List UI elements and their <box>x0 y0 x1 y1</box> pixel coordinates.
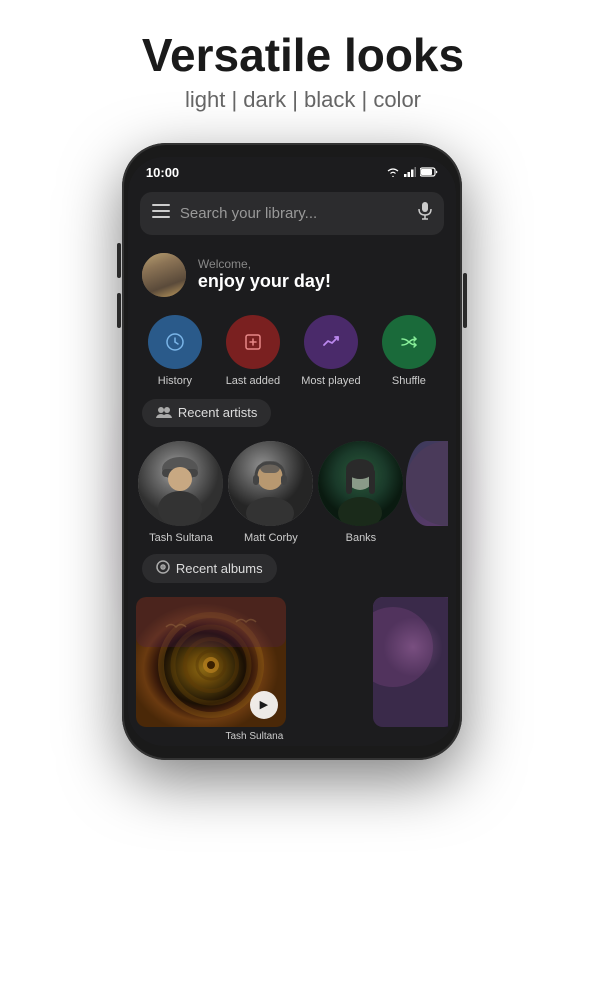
tash-avatar <box>138 441 223 526</box>
artist-partial <box>406 441 448 544</box>
status-time: 10:00 <box>146 165 179 180</box>
wifi-icon <box>386 167 400 177</box>
album-cover-tash: ▶ <box>136 597 286 727</box>
status-bar: 10:00 <box>128 157 456 184</box>
action-shuffle[interactable]: Shuffle <box>374 315 444 387</box>
recent-albums-chip[interactable]: Recent albums <box>142 554 277 583</box>
status-icons <box>386 167 438 177</box>
artists-row: Tash Sultana <box>128 433 456 548</box>
page-container: Versatile looks light | dark | black | c… <box>122 0 484 760</box>
recent-artists-label: Recent artists <box>178 405 257 420</box>
artist-banks[interactable]: Banks <box>316 441 406 544</box>
artist-tash-sultana[interactable]: Tash Sultana <box>136 441 226 544</box>
partial-album-cover <box>373 597 448 727</box>
lastadded-icon-circle <box>226 315 280 369</box>
albums-chip-icon <box>156 560 170 577</box>
welcome-section: Welcome, enjoy your day! <box>128 243 456 305</box>
banks-avatar <box>318 441 403 526</box>
albums-row: ▶ Tash Sultana <box>128 589 456 746</box>
page-header: Versatile looks light | dark | black | c… <box>122 0 484 133</box>
artist-matt-corby[interactable]: Matt Corby <box>226 441 316 544</box>
phone-wrapper: 10:00 <box>122 143 462 760</box>
action-last-added[interactable]: Last added <box>218 315 288 387</box>
page-subtitle: light | dark | black | color <box>142 87 464 113</box>
hamburger-icon[interactable] <box>152 204 170 223</box>
lastadded-label: Last added <box>226 375 280 387</box>
phone-frame: 10:00 <box>122 143 462 760</box>
history-label: History <box>158 375 192 387</box>
banks-name: Banks <box>346 532 377 544</box>
welcome-text: Welcome, enjoy your day! <box>198 257 331 292</box>
mic-icon[interactable] <box>418 202 432 225</box>
quick-actions: History Last added <box>128 305 456 393</box>
recent-albums-label: Recent albums <box>176 561 263 576</box>
page-title: Versatile looks <box>142 30 464 81</box>
phone-screen: 10:00 <box>128 157 456 746</box>
search-bar[interactable]: Search your library... <box>140 192 444 235</box>
mostplayed-label: Most played <box>301 375 360 387</box>
welcome-message: enjoy your day! <box>198 271 331 291</box>
signal-icon <box>404 167 416 177</box>
shuffle-icon-circle <box>382 315 436 369</box>
shuffle-label: Shuffle <box>392 375 426 387</box>
matt-name: Matt Corby <box>244 532 298 544</box>
battery-icon <box>420 167 438 177</box>
partial-avatar <box>406 441 448 526</box>
album-tash[interactable]: ▶ Tash Sultana <box>136 597 373 746</box>
play-button-tash[interactable]: ▶ <box>250 691 278 719</box>
album-partial <box>373 597 448 746</box>
welcome-greeting: Welcome, <box>198 257 331 271</box>
tash-name: Tash Sultana <box>149 532 213 544</box>
album-title-tash: Tash Sultana <box>136 731 373 746</box>
artists-chip-icon <box>156 405 172 421</box>
action-history[interactable]: History <box>140 315 210 387</box>
search-placeholder: Search your library... <box>180 205 408 222</box>
mostplayed-icon-circle <box>304 315 358 369</box>
avatar <box>142 253 186 297</box>
matt-avatar <box>228 441 313 526</box>
history-icon-circle <box>148 315 202 369</box>
recent-artists-chip[interactable]: Recent artists <box>142 399 271 427</box>
action-most-played[interactable]: Most played <box>296 315 366 387</box>
